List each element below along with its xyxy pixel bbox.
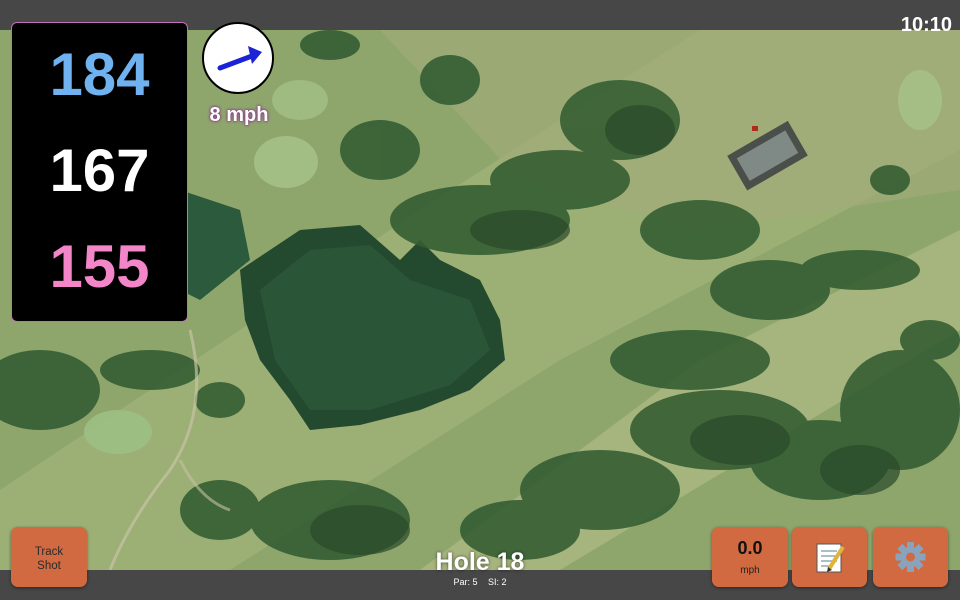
speed-value: 0.0 [737,538,763,558]
wind-indicator[interactable] [202,22,274,94]
track-shot-label-line1: Track [34,546,64,558]
wind-speed: 8 mph [209,104,269,126]
clock-time: 10:10 [900,14,952,36]
speed-unit: mph [740,565,760,576]
hole-stroke-index: SI: 2 [488,577,507,587]
distance-panel: 184 167 155 [11,22,188,322]
settings-button[interactable] [873,527,948,587]
hole-info: Par: 5 SI: 2 [400,577,560,587]
track-shot-button[interactable]: Track Shot [11,527,87,587]
notes-button[interactable] [792,527,867,587]
gear-icon [895,542,926,572]
hole-title: Hole 18 [435,548,525,576]
arrow-icon [217,46,262,71]
track-shot-label-line2: Shot [37,560,61,572]
track-shot-label: Track Shot [11,545,87,573]
speed-button[interactable]: 0.0 mph [712,527,788,587]
distance-middle: 167 [49,137,150,204]
hole-par: Par: 5 [453,577,478,587]
notepad-icon [816,543,845,573]
distance-front: 155 [49,233,150,300]
distance-back: 184 [49,41,150,108]
